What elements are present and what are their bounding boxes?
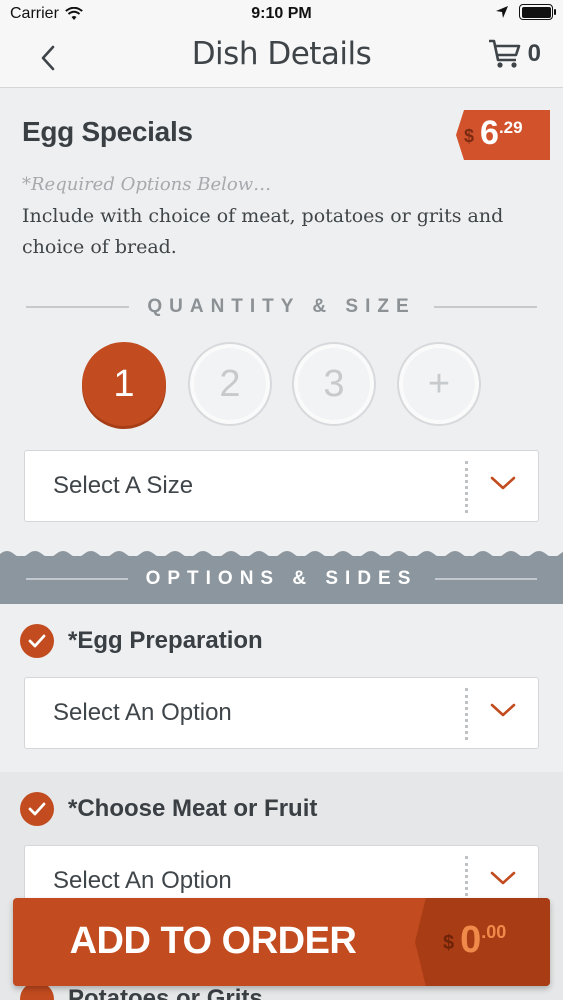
dish-name: Egg Specials [22,116,193,147]
status-bar: Carrier 9:10 PM [0,0,563,30]
status-right [495,4,556,20]
size-select[interactable]: Select A Size [24,450,539,522]
meat-or-fruit-select-value: Select An Option [53,867,232,894]
page-title: Dish Details [191,36,372,72]
check-icon [20,624,54,658]
order-total-dollar-sign: $ [443,932,455,954]
check-icon [20,792,54,826]
price-cents: .29 [498,118,523,137]
option-title: Potatoes or Grits [68,985,263,1000]
quantity-size-header: QUANTITY & SIZE [0,296,563,318]
options-sides-label: OPTIONS & SIDES [145,568,418,589]
option-egg-preparation: *Egg Preparation [20,624,263,658]
option-title: *Choose Meat or Fruit [68,795,318,822]
options-sides-header: OPTIONS & SIDES [0,551,563,604]
battery-icon [519,4,556,20]
cart-count: 0 [527,40,541,67]
size-select-value: Select A Size [53,472,194,499]
egg-preparation-select[interactable]: Select An Option [24,677,539,749]
order-total-whole: 0 [460,919,482,961]
quantity-add-button[interactable]: + [397,342,481,426]
quantity-size-label: QUANTITY & SIZE [147,296,416,317]
add-to-order-label: ADD TO ORDER [69,920,357,962]
option-choose-meat-or-fruit: *Choose Meat or Fruit [20,792,317,826]
price-whole: 6 [480,114,499,152]
quantity-option-3[interactable]: 3 [292,342,376,426]
quantity-option-2[interactable]: 2 [188,342,272,426]
egg-preparation-select-value: Select An Option [53,699,232,726]
price-tag: $ 6 .29 [450,110,550,160]
chevron-down-icon [490,703,516,717]
navigation-bar: Dish Details 0 [0,30,563,88]
wave-divider [0,551,563,558]
chevron-down-icon [490,476,516,490]
location-arrow-icon [496,6,508,18]
order-total: $ 0 .00 [415,898,550,986]
status-time: 9:10 PM [251,5,312,22]
price-dollar-sign: $ [464,126,475,146]
cart-icon [488,39,520,68]
order-total-cents: .00 [481,922,507,942]
add-to-order-button[interactable]: ADD TO ORDER $ 0 .00 [13,898,550,986]
dish-description: Include with choice of meat, potatoes or… [22,205,504,258]
required-note: *Required Options Below… [22,174,272,195]
cart-button[interactable]: 0 [488,38,541,70]
option-title: *Egg Preparation [68,627,263,654]
quantity-option-1[interactable]: 1 [82,342,166,426]
chevron-down-icon [490,871,516,885]
